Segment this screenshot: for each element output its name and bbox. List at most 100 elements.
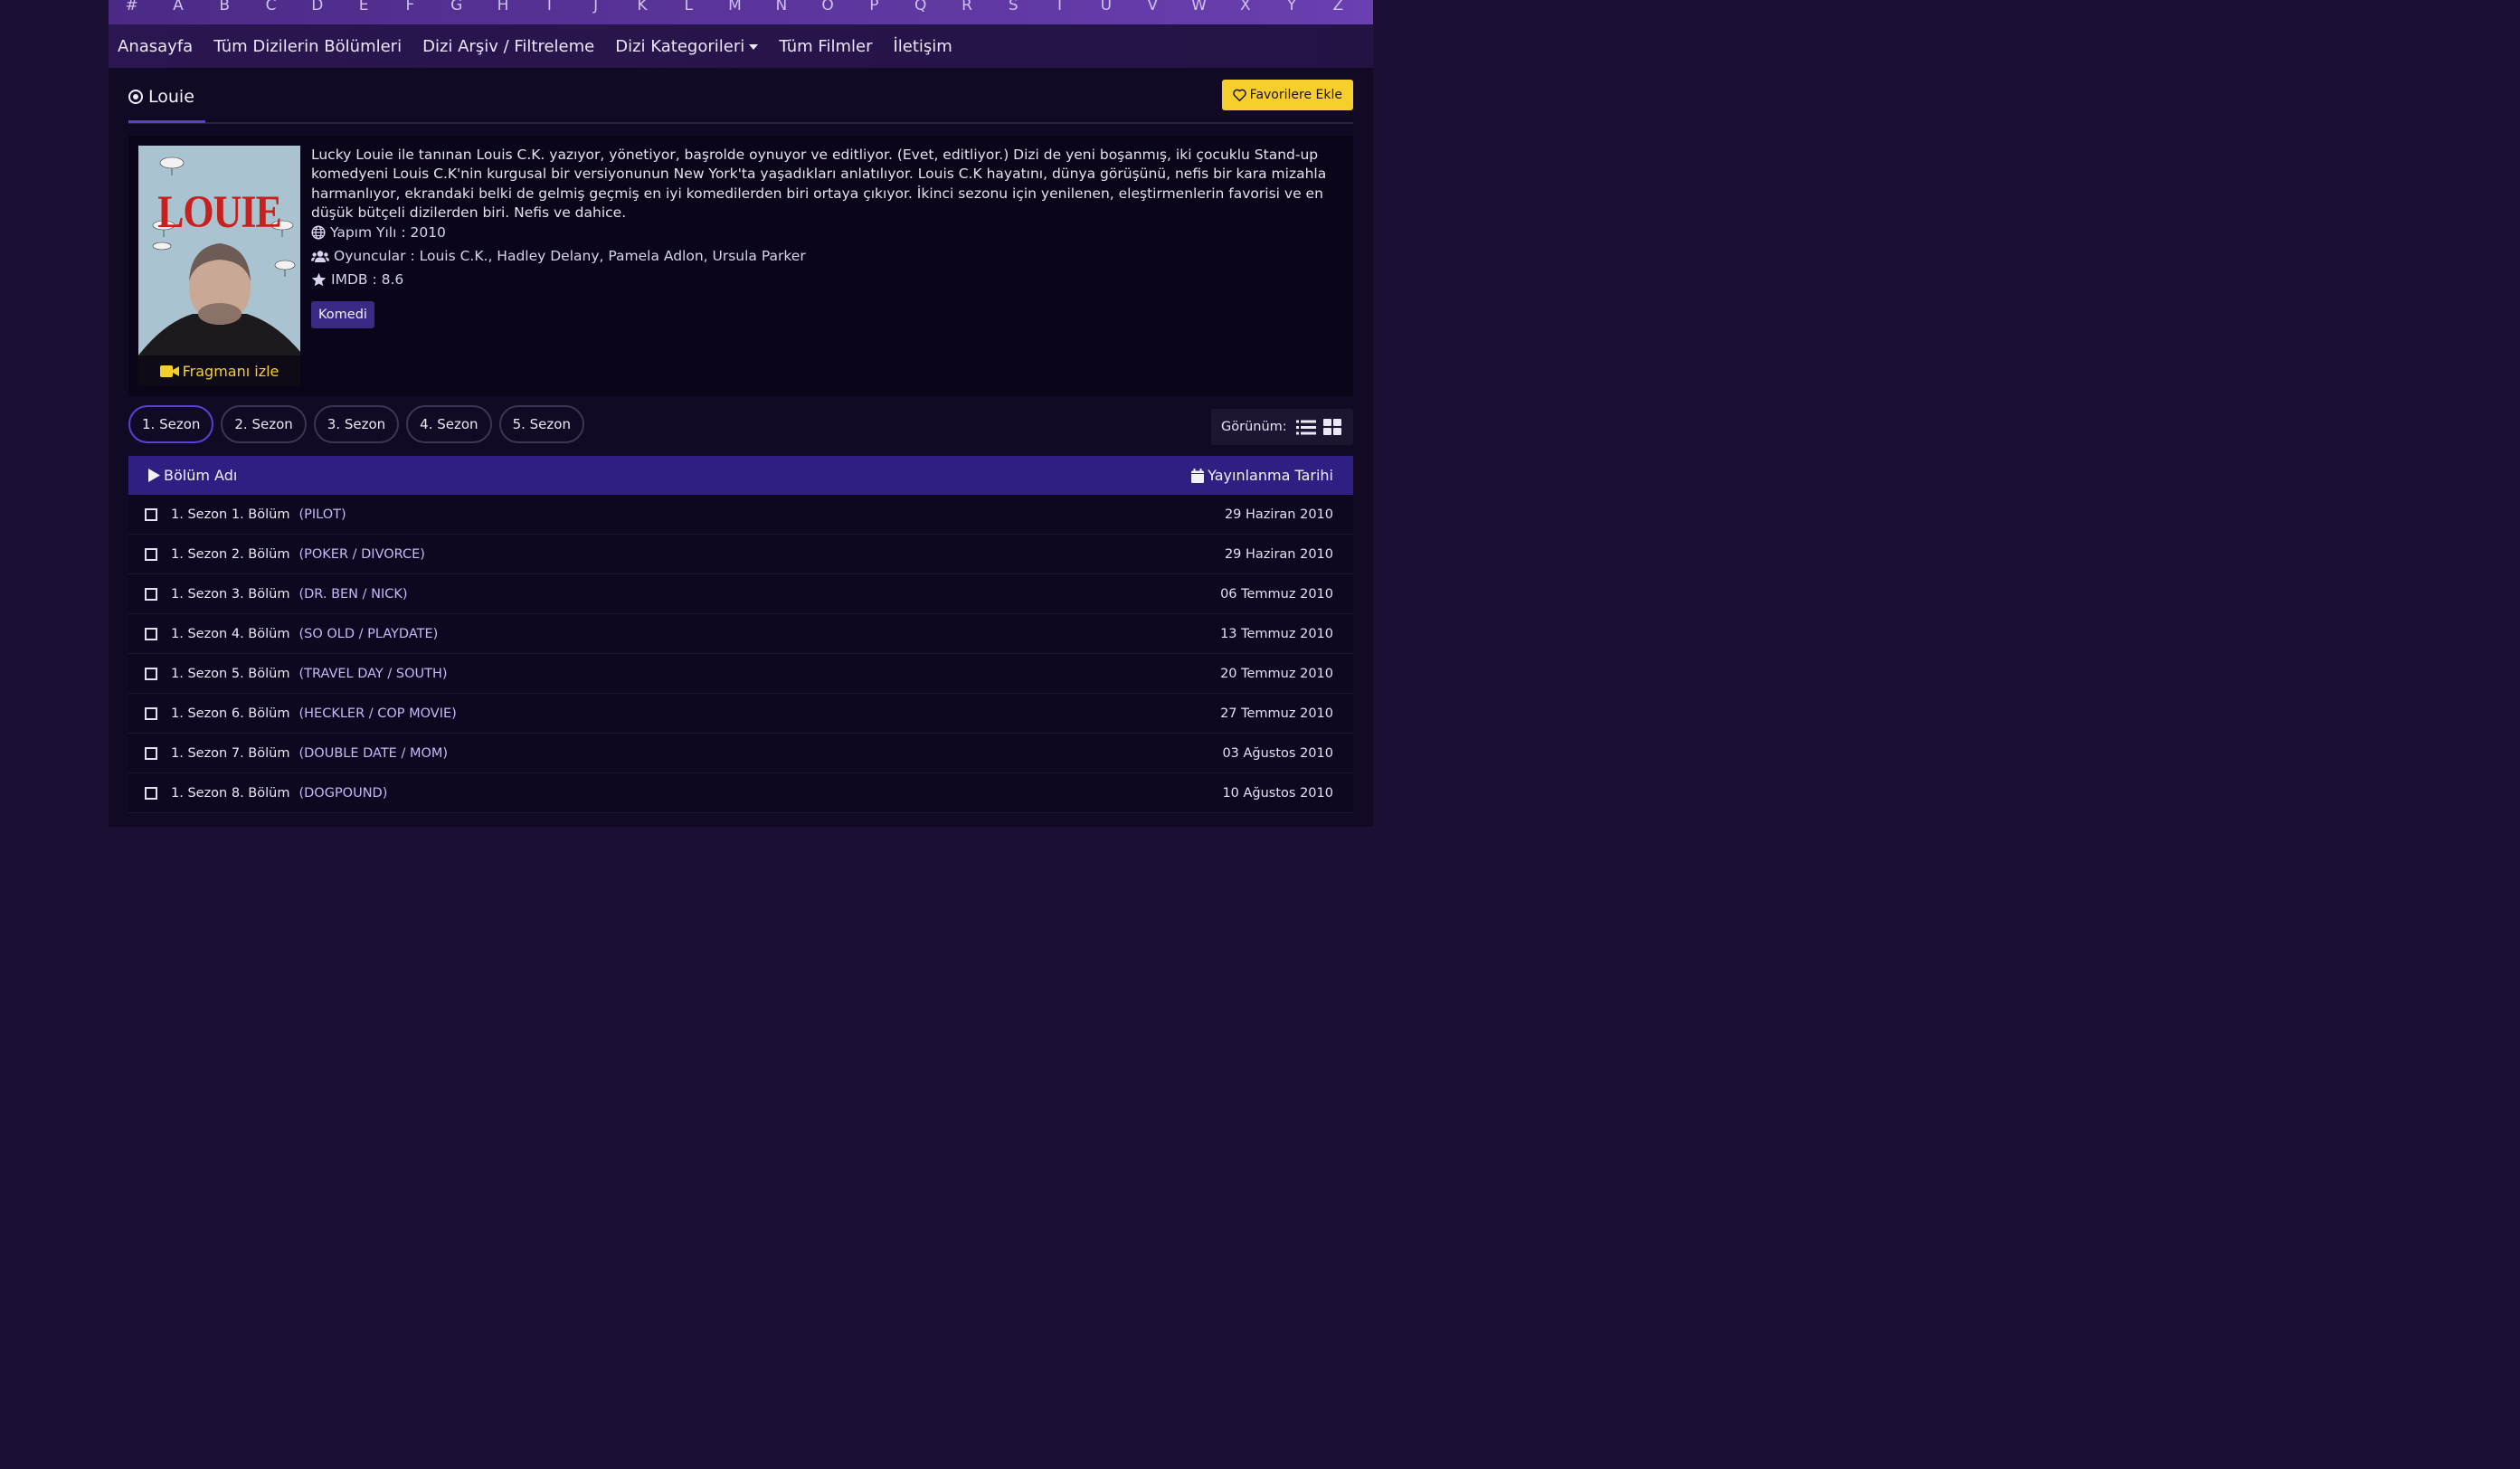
- title-bar: Louie Favorilere Ekle: [128, 80, 1353, 124]
- nav-contact[interactable]: İletişim: [893, 37, 952, 56]
- nav-home[interactable]: Anasayfa: [118, 37, 193, 56]
- alpha-link[interactable]: N: [758, 0, 804, 14]
- genre-badge[interactable]: Komedi: [311, 301, 374, 328]
- episode-row[interactable]: 1. Sezon 6. Bölüm (HECKLER / COP MOVIE) …: [128, 694, 1353, 734]
- episode-row[interactable]: 1. Sezon 7. Bölüm (DOUBLE DATE / MOM) 03…: [128, 734, 1353, 773]
- season-tab-5[interactable]: 5. Sezon: [498, 405, 584, 443]
- alpha-link[interactable]: S: [990, 0, 1037, 14]
- alpha-link[interactable]: R: [943, 0, 990, 14]
- alpha-link[interactable]: C: [248, 0, 294, 14]
- alpha-link[interactable]: #: [109, 0, 155, 14]
- alpha-link[interactable]: X: [1222, 0, 1268, 14]
- watched-checkbox[interactable]: [145, 627, 157, 640]
- alpha-link[interactable]: H: [479, 0, 526, 14]
- add-favorite-button[interactable]: Favorilere Ekle: [1221, 80, 1353, 110]
- season-tabs: 1. Sezon 2. Sezon 3. Sezon 4. Sezon 5. S…: [128, 405, 592, 443]
- video-camera-icon: [159, 365, 179, 377]
- episode-number: 1. Sezon 6. Bölüm: [171, 706, 290, 721]
- episode-title[interactable]: (TRAVEL DAY / SOUTH): [298, 667, 447, 681]
- grid-view-icon[interactable]: [1322, 419, 1341, 435]
- episodes-list: 1. Sezon 1. Bölüm (PILOT) 29 Haziran 201…: [128, 495, 1353, 813]
- episode-row[interactable]: 1. Sezon 3. Bölüm (DR. BEN / NICK) 06 Te…: [128, 574, 1353, 614]
- alpha-link[interactable]: O: [804, 0, 850, 14]
- alpha-link[interactable]: B: [202, 0, 248, 14]
- alpha-link[interactable]: A: [155, 0, 201, 14]
- watched-checkbox[interactable]: [145, 547, 157, 561]
- alpha-link[interactable]: W: [1176, 0, 1222, 14]
- alpha-link[interactable]: P: [851, 0, 897, 14]
- alpha-link[interactable]: K: [619, 0, 665, 14]
- alpha-link[interactable]: Y: [1268, 0, 1314, 14]
- watched-checkbox[interactable]: [145, 706, 157, 720]
- poster-art: [138, 146, 300, 386]
- series-description: Lucky Louie ile tanınan Louis C.K. yazıy…: [311, 147, 1327, 222]
- alpha-link[interactable]: J: [573, 0, 619, 14]
- year-text: Yapım Yılı : 2010: [330, 224, 446, 241]
- episode-row[interactable]: 1. Sezon 5. Bölüm (TRAVEL DAY / SOUTH) 2…: [128, 654, 1353, 694]
- series-poster[interactable]: LOUIE Fragmanı izle: [138, 146, 300, 386]
- col-release-date: Yayınlanma Tarihi: [1191, 467, 1333, 484]
- alpha-link[interactable]: U: [1083, 0, 1129, 14]
- nav-archive[interactable]: Dizi Arşiv / Filtreleme: [422, 37, 594, 56]
- episode-date: 03 Ağustos 2010: [1222, 745, 1333, 761]
- season-tab-1[interactable]: 1. Sezon: [128, 405, 214, 443]
- episode-date: 06 Temmuz 2010: [1220, 586, 1333, 602]
- alpha-link[interactable]: V: [1130, 0, 1176, 14]
- episode-date: 20 Temmuz 2010: [1220, 666, 1333, 681]
- poster-title: LOUIE: [157, 186, 282, 238]
- alpha-link[interactable]: Q: [897, 0, 943, 14]
- episode-number: 1. Sezon 5. Bölüm: [171, 666, 290, 681]
- episode-row[interactable]: 1. Sezon 8. Bölüm (DOGPOUND) 10 Ağustos …: [128, 773, 1353, 813]
- watched-checkbox[interactable]: [145, 786, 157, 800]
- episode-number: 1. Sezon 7. Bölüm: [171, 745, 290, 761]
- dot-circle-icon: [128, 89, 143, 104]
- episode-title[interactable]: (DOGPOUND): [298, 786, 387, 801]
- trailer-button[interactable]: Fragmanı izle: [138, 355, 300, 386]
- episode-row[interactable]: 1. Sezon 1. Bölüm (PILOT) 29 Haziran 201…: [128, 495, 1353, 535]
- episode-date: 13 Temmuz 2010: [1220, 626, 1333, 641]
- episode-title[interactable]: (DOUBLE DATE / MOM): [298, 746, 448, 761]
- episode-title[interactable]: (HECKLER / COP MOVIE): [298, 706, 456, 721]
- alpha-link[interactable]: E: [340, 0, 386, 14]
- watched-checkbox[interactable]: [145, 587, 157, 601]
- alpha-link[interactable]: D: [294, 0, 340, 14]
- episode-row[interactable]: 1. Sezon 4. Bölüm (SO OLD / PLAYDATE) 13…: [128, 614, 1353, 654]
- nav-categories-label: Dizi Kategorileri: [615, 36, 745, 56]
- meta-imdb: IMDB : 8.6: [311, 271, 403, 288]
- season-tab-3[interactable]: 3. Sezon: [313, 405, 400, 443]
- alpha-link[interactable]: Z: [1315, 0, 1361, 14]
- episode-title[interactable]: (DR. BEN / NICK): [298, 587, 407, 602]
- episode-date: 27 Temmuz 2010: [1220, 706, 1333, 721]
- alpha-link[interactable]: G: [433, 0, 479, 14]
- nav-movies[interactable]: Tüm Filmler: [779, 37, 872, 56]
- imdb-text: IMDB : 8.6: [331, 271, 404, 288]
- main-nav: Anasayfa Tüm Dizilerin Bölümleri Dizi Ar…: [109, 24, 1373, 68]
- alpha-link[interactable]: L: [666, 0, 712, 14]
- nav-categories[interactable]: Dizi Kategorileri: [615, 36, 759, 56]
- col-episode-name-label: Bölüm Adı: [164, 467, 238, 484]
- alpha-link[interactable]: F: [387, 0, 433, 14]
- episode-title[interactable]: (POKER / DIVORCE): [298, 547, 424, 562]
- nav-all-episodes[interactable]: Tüm Dizilerin Bölümleri: [213, 37, 402, 56]
- alpha-link[interactable]: M: [712, 0, 758, 14]
- page-container: # A B C D E F G H I J K L M N O P Q R S …: [109, 0, 1373, 827]
- play-icon: [148, 469, 160, 482]
- alpha-link[interactable]: T: [1037, 0, 1083, 14]
- watched-checkbox[interactable]: [145, 507, 157, 521]
- trailer-label: Fragmanı izle: [182, 362, 279, 380]
- watched-checkbox[interactable]: [145, 746, 157, 760]
- list-view-icon[interactable]: [1295, 420, 1316, 435]
- season-tab-4[interactable]: 4. Sezon: [406, 405, 492, 443]
- episode-date: 29 Haziran 2010: [1224, 546, 1333, 562]
- watched-checkbox[interactable]: [145, 667, 157, 680]
- alpha-link[interactable]: I: [526, 0, 573, 14]
- episodes-table-header: Bölüm Adı Yayınlanma Tarihi: [128, 456, 1353, 495]
- episode-date: 10 Ağustos 2010: [1222, 785, 1333, 801]
- episode-row[interactable]: 1. Sezon 2. Bölüm (POKER / DIVORCE) 29 H…: [128, 535, 1353, 574]
- caret-down-icon: [749, 43, 759, 50]
- episode-title[interactable]: (SO OLD / PLAYDATE): [298, 627, 438, 641]
- add-favorite-label: Favorilere Ekle: [1249, 88, 1342, 102]
- series-info-panel: LOUIE Fragmanı izle Lucky Louie ile tanı…: [128, 136, 1353, 396]
- episode-title[interactable]: (PILOT): [298, 507, 346, 522]
- season-tab-2[interactable]: 2. Sezon: [221, 405, 307, 443]
